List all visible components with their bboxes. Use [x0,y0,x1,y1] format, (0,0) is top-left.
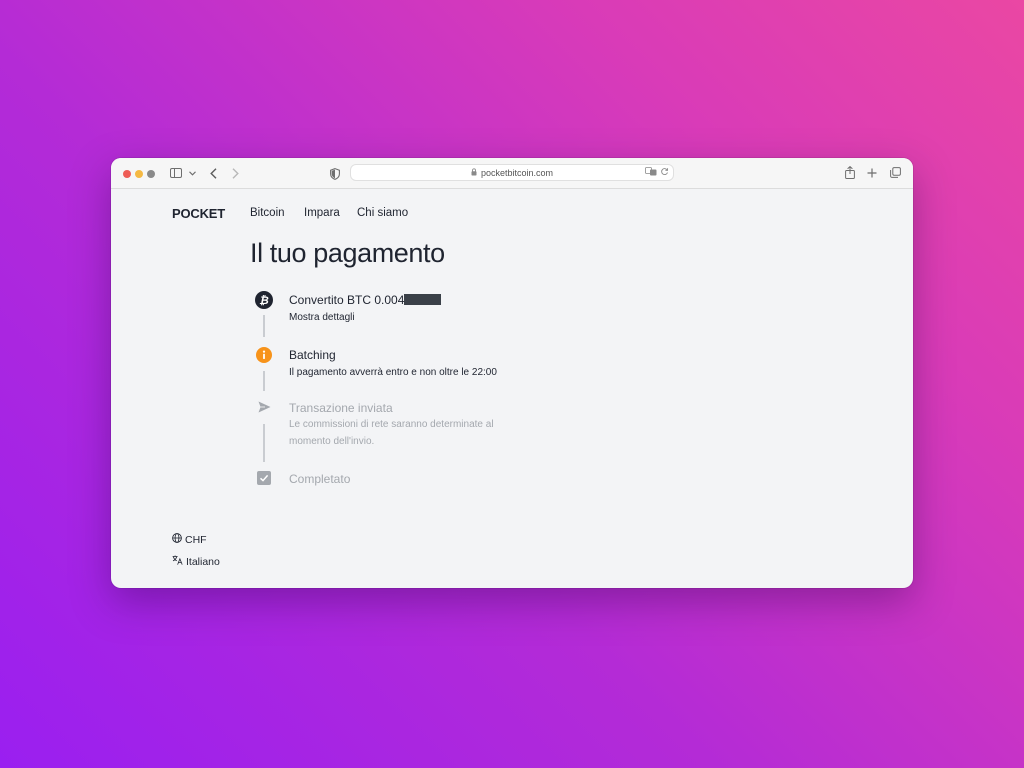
placeholder [255,504,273,522]
currency-label: CHF [185,533,207,546]
step-sent-desc-line1: Le commissioni di rete saranno determina… [289,419,494,430]
currency-selector[interactable]: CHF [172,533,207,546]
bitcoin-icon: ₿ [255,291,273,309]
nav-item-impara[interactable]: Impara [304,207,340,219]
tab-overview-icon[interactable] [889,166,901,179]
translate-language-icon [172,555,183,568]
paper-plane-icon [257,400,271,414]
step-batching-desc: Il pagamento avverrà entro e non oltre l… [289,367,497,378]
step-sent-title: Transazione inviata [289,401,393,415]
globe-icon [172,533,182,546]
sidebar-toggle-icon[interactable] [169,167,183,179]
close-window-button[interactable] [123,170,131,178]
svg-text:₿: ₿ [259,294,269,307]
timeline-connector [263,315,265,337]
forward-arrow-icon[interactable] [229,166,241,180]
minimize-window-button[interactable] [135,170,143,178]
browser-window: pocketbitcoin.com POCKET Bitcoin Impara [111,158,913,588]
browser-toolbar: pocketbitcoin.com [111,158,913,189]
step-converted-title: Convertito BTC 0.004 [289,293,442,307]
step-completed-title: Completato [289,472,351,486]
pocket-logo[interactable]: POCKET [172,206,225,221]
step-sent-desc-line2: momento dell'invio. [289,436,375,447]
language-label: Italiano [186,555,220,568]
zoom-window-button[interactable] [147,170,155,178]
check-square-icon [257,471,271,485]
page-title: Il tuo pagamento [250,238,445,268]
redacted-amount [404,294,442,305]
timeline-connector [263,424,265,462]
share-icon[interactable] [844,165,856,180]
url-text: pocketbitcoin.com [480,167,554,178]
back-arrow-icon[interactable] [207,166,219,180]
privacy-shield-icon[interactable] [329,167,341,180]
address-bar[interactable]: pocketbitcoin.com [350,164,674,181]
new-tab-plus-icon[interactable] [866,167,878,179]
lock-icon [471,167,477,178]
show-details-link[interactable]: Mostra dettagli [289,309,355,326]
chevron-down-icon[interactable] [187,168,197,178]
page-content: POCKET Bitcoin Impara Chi siamo Il tuo p… [111,189,913,588]
step-converted-label: Convertito BTC 0.004 [289,293,405,307]
translate-icon[interactable] [645,167,657,178]
nav-item-bitcoin[interactable]: Bitcoin [250,207,285,219]
timeline-connector [263,371,265,391]
nav-item-chi-siamo[interactable]: Chi siamo [357,207,408,219]
step-batching-title: Batching [289,348,336,362]
language-selector[interactable]: Italiano [172,555,220,568]
info-icon [256,347,272,363]
reload-icon[interactable] [660,167,669,178]
